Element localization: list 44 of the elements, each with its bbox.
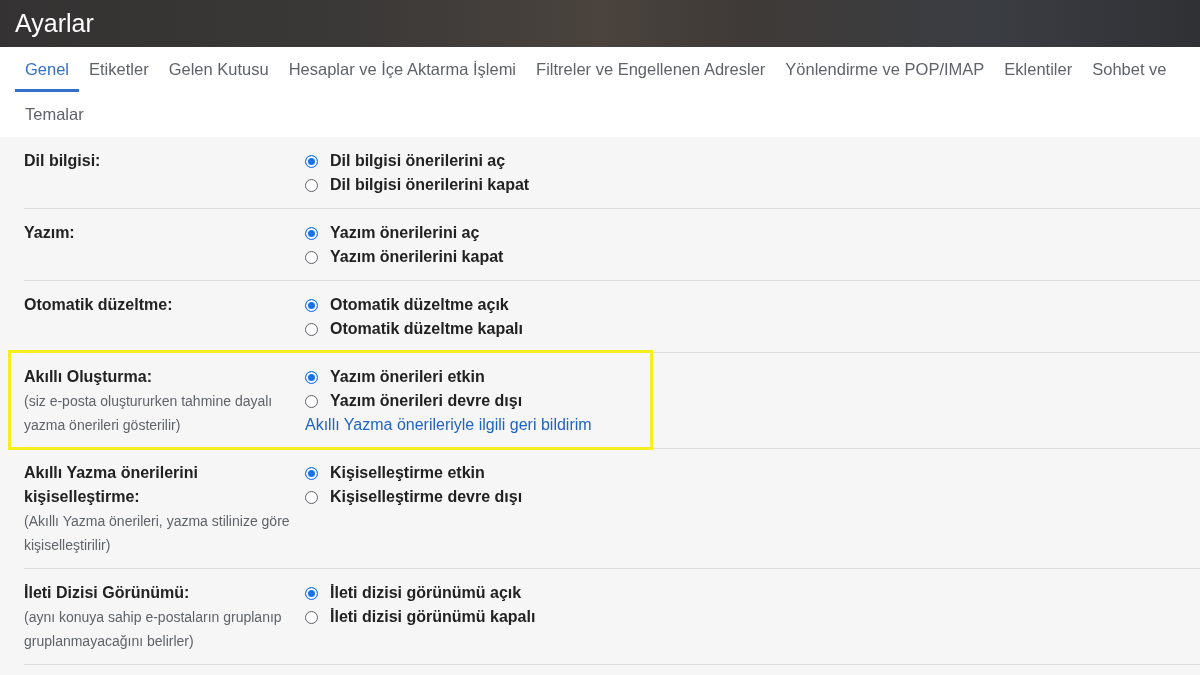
tab[interactable]: Yönlendirme ve POP/IMAP xyxy=(775,47,995,92)
setting-description: (Akıllı Yazma önerileri, yazma stilinize göre kişiselleştirilir) xyxy=(24,512,291,555)
radio-button[interactable] xyxy=(305,298,318,312)
radio-button[interactable] xyxy=(305,322,318,336)
radio-button[interactable] xyxy=(305,226,318,240)
option-label[interactable]: Otomatik düzeltme kapalı xyxy=(330,317,523,341)
option-label[interactable]: Yazım önerilerini kapat xyxy=(330,245,504,269)
radio-button[interactable] xyxy=(305,250,318,264)
radio-button[interactable] xyxy=(305,370,318,384)
tab[interactable]: Filtreler ve Engellenen Adresler xyxy=(526,47,776,92)
setting-description: (siz e-posta oluştururken tahmine dayalı yazma önerileri gösterilir) xyxy=(24,392,274,435)
option-label[interactable]: Kişiselleştirme devre dışı xyxy=(330,485,523,509)
option-label[interactable]: Yazım önerilerini aç xyxy=(330,221,480,245)
option-label[interactable]: Dil bilgisi önerilerini kapat xyxy=(330,173,530,197)
setting-label: Akıllı Yazma önerilerini kişiselleştirme: xyxy=(24,463,199,507)
option-label[interactable]: İleti dizisi görünümü kapalı xyxy=(330,605,536,629)
radio-button[interactable] xyxy=(305,466,318,480)
tab[interactable]: Hesaplar ve İçe Aktarma İşlemi xyxy=(278,47,527,92)
radio-button[interactable] xyxy=(305,490,318,504)
tab[interactable]: Temalar xyxy=(15,92,94,137)
tab[interactable]: Eklentiler xyxy=(994,47,1083,92)
tab[interactable]: Genel xyxy=(15,47,80,92)
page-title: Ayarlar xyxy=(15,11,94,36)
setting-label: Otomatik düzeltme: xyxy=(24,295,174,315)
option-label[interactable]: İleti dizisi görünümü açık xyxy=(330,581,522,605)
setting-label: Yazım: xyxy=(24,223,76,243)
radio-button[interactable] xyxy=(305,586,318,600)
radio-button[interactable] xyxy=(305,178,318,192)
tab[interactable]: Gelen Kutusu xyxy=(158,47,279,92)
tab[interactable]: Etiketler xyxy=(79,47,159,92)
option-label[interactable]: Dil bilgisi önerilerini aç xyxy=(330,149,506,173)
setting-label: İleti Dizisi Görünümü: xyxy=(24,583,191,603)
tab[interactable]: Sohbet ve xyxy=(1082,47,1177,92)
setting-description: (aynı konuya sahip e-postaların gruplanıp gruplanmayacağını belirler) xyxy=(24,608,283,651)
radio-button[interactable] xyxy=(305,394,318,408)
option-label[interactable]: Otomatik düzeltme açık xyxy=(330,293,509,317)
option-label[interactable]: Yazım önerileri etkin xyxy=(330,365,485,389)
option-label[interactable]: Yazım önerileri devre dışı xyxy=(330,389,523,413)
radio-button[interactable] xyxy=(305,610,318,624)
setting-label: Akıllı Oluşturma: xyxy=(24,367,154,387)
radio-button[interactable] xyxy=(305,154,318,168)
feedback-link[interactable]: Akıllı Yazma önerileriyle ilgili geri bildirim xyxy=(305,413,592,437)
option-label[interactable]: Kişiselleştirme etkin xyxy=(330,461,485,485)
setting-label: Dil bilgisi: xyxy=(24,151,102,171)
